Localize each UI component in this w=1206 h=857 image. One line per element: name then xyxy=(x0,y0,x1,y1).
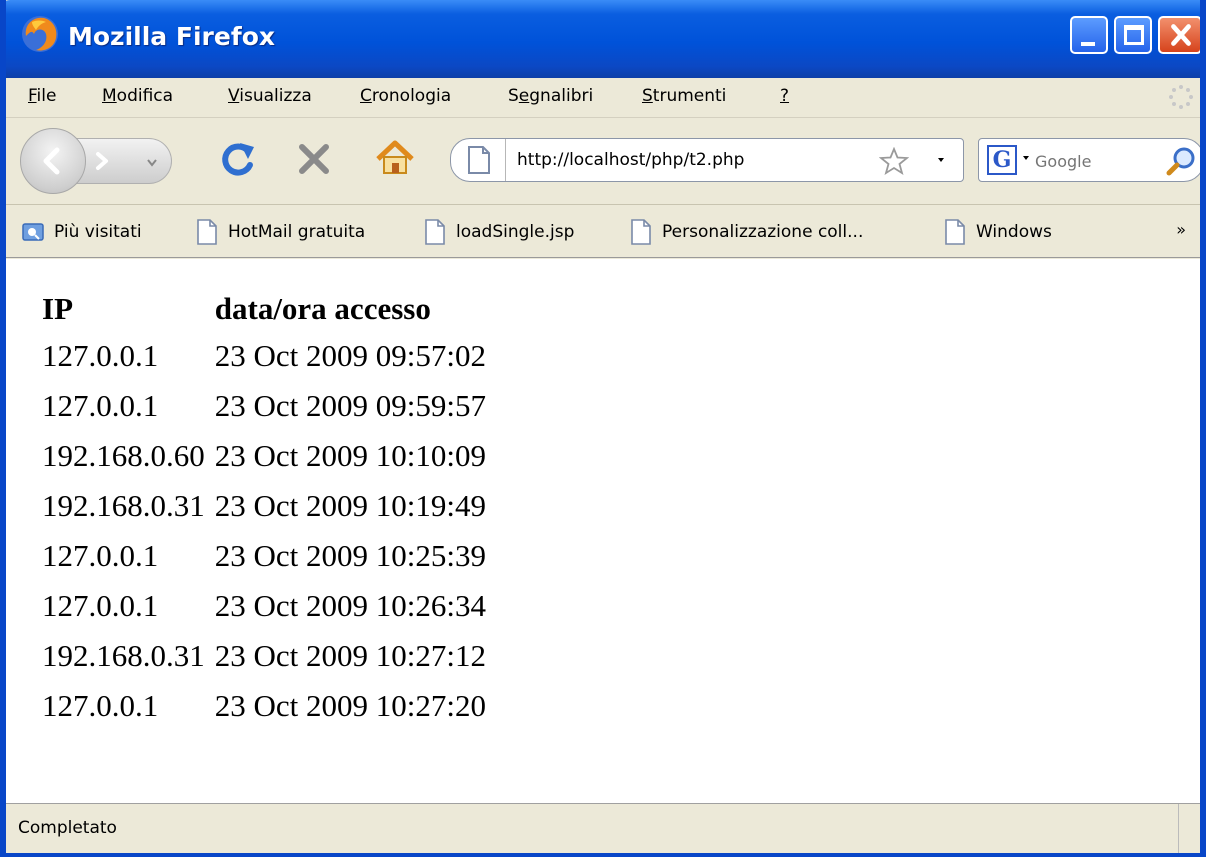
menu-cronologia[interactable]: Cronologia xyxy=(360,86,451,106)
status-bar: Completato xyxy=(6,803,1200,853)
ip-cell: 127.0.0.1 xyxy=(42,538,159,573)
search-engine-dropdown-icon[interactable] xyxy=(1021,151,1031,165)
bookmark-star-icon[interactable] xyxy=(879,147,909,175)
bookmark-label: Più visitati xyxy=(54,222,142,242)
menu-cronologia-mnemonic: C xyxy=(360,86,372,106)
table-row: 192.168.0.31 23 Oct 2009 10:27:12 xyxy=(32,635,488,685)
throbber-icon xyxy=(1169,85,1193,109)
menu-file[interactable]: File xyxy=(28,86,56,106)
menu-modifica[interactable]: Modifica xyxy=(102,86,173,106)
menu-visualizza-mnemonic: V xyxy=(228,86,240,106)
page-icon xyxy=(631,219,651,245)
menu-segnalibri-label: gnalibri xyxy=(529,86,594,106)
forward-icon xyxy=(96,152,108,170)
menu-cronologia-label: ronologia xyxy=(371,86,452,106)
menu-segnalibri-mnemonic: e xyxy=(518,86,530,106)
ip-cell: 127.0.0.1 xyxy=(42,588,159,623)
ip-cell: 192.168.0.31 xyxy=(42,488,205,523)
menu-strumenti-mnemonic: S xyxy=(642,86,653,106)
browser-window: Mozilla Firefox File Modifica Visualizza… xyxy=(0,0,1206,857)
back-button[interactable] xyxy=(20,128,86,194)
menu-segnalibri-prefix: S xyxy=(508,86,519,106)
menu-visualizza[interactable]: Visualizza xyxy=(228,86,312,106)
datetime-cell: 23 Oct 2009 10:27:12 xyxy=(214,638,486,673)
search-bar[interactable]: G xyxy=(978,138,1200,182)
menu-modifica-mnemonic: M xyxy=(102,86,117,106)
table-header-row: IP data/ora accesso xyxy=(32,287,488,335)
navigation-toolbar: http://localhost/php/t2.php G xyxy=(6,119,1200,205)
back-icon xyxy=(43,147,60,175)
access-log-table: IP data/ora accesso 127.0.0.1 23 Oct 2009… xyxy=(32,287,488,735)
bookmark-label: Windows xyxy=(976,222,1052,242)
stop-icon[interactable] xyxy=(296,141,332,177)
page-icon xyxy=(945,219,965,245)
page-icon xyxy=(468,146,490,174)
title-bar[interactable]: Mozilla Firefox xyxy=(6,0,1200,78)
menu-file-mnemonic: F xyxy=(28,86,37,106)
table-row: 127.0.0.1 23 Oct 2009 10:27:20 xyxy=(32,685,488,735)
window-title: Mozilla Firefox xyxy=(68,22,275,51)
page-content: IP data/ora accesso 127.0.0.1 23 Oct 2009… xyxy=(6,259,1200,803)
close-button[interactable] xyxy=(1158,16,1200,54)
status-text: Completato xyxy=(18,818,117,838)
page-icon xyxy=(425,219,445,245)
ip-cell: 127.0.0.1 xyxy=(42,388,159,423)
table-row: 192.168.0.60 23 Oct 2009 10:10:09 xyxy=(32,435,488,485)
history-dropdown-icon[interactable] xyxy=(146,158,158,168)
bookmarks-toolbar: Più visitati HotMail gratuita loadSingle… xyxy=(6,206,1200,258)
table-row: 192.168.0.31 23 Oct 2009 10:19:49 xyxy=(32,485,488,535)
datetime-cell: 23 Oct 2009 10:19:49 xyxy=(214,488,486,523)
datetime-cell: 23 Oct 2009 10:25:39 xyxy=(214,538,486,573)
magnify-icon[interactable] xyxy=(1165,145,1197,177)
column-header-ip: IP xyxy=(42,291,73,326)
ip-cell: 127.0.0.1 xyxy=(42,688,159,723)
url-bar[interactable]: http://localhost/php/t2.php xyxy=(450,138,964,182)
table-row: 127.0.0.1 23 Oct 2009 09:57:02 xyxy=(32,335,488,385)
menu-strumenti[interactable]: Strumenti xyxy=(642,86,726,106)
page-icon xyxy=(197,219,217,245)
maximize-icon xyxy=(1124,25,1144,45)
ip-cell: 127.0.0.1 xyxy=(42,338,159,373)
menu-strumenti-label: trumenti xyxy=(652,86,727,106)
maximize-button[interactable] xyxy=(1114,16,1152,54)
close-icon xyxy=(1171,24,1191,46)
home-icon[interactable] xyxy=(374,137,416,179)
datetime-cell: 23 Oct 2009 09:57:02 xyxy=(214,338,486,373)
datetime-cell: 23 Oct 2009 10:26:34 xyxy=(214,588,486,623)
menu-file-label: ile xyxy=(36,86,57,106)
menu-help[interactable]: ? xyxy=(780,86,789,106)
google-icon[interactable]: G xyxy=(987,145,1017,175)
column-header-datetime: data/ora accesso xyxy=(214,291,431,326)
menu-segnalibri[interactable]: Segnalibri xyxy=(508,86,593,106)
table-row: 127.0.0.1 23 Oct 2009 10:25:39 xyxy=(32,535,488,585)
resize-grip[interactable] xyxy=(1178,804,1200,853)
ip-cell: 192.168.0.60 xyxy=(42,438,205,473)
url-separator xyxy=(505,139,506,181)
datetime-cell: 23 Oct 2009 10:10:09 xyxy=(214,438,486,473)
menu-bar: File Modifica Visualizza Cronologia Segn… xyxy=(6,78,1200,118)
table-row: 127.0.0.1 23 Oct 2009 10:26:34 xyxy=(32,585,488,635)
firefox-icon xyxy=(22,16,58,52)
back-forward-group xyxy=(20,128,200,194)
minimize-icon xyxy=(1081,42,1095,46)
url-dropdown-icon[interactable] xyxy=(935,147,947,171)
datetime-cell: 23 Oct 2009 09:59:57 xyxy=(214,388,486,423)
search-input[interactable] xyxy=(1035,150,1155,172)
bookmark-label: HotMail gratuita xyxy=(228,222,366,242)
bookmark-label: Personalizzazione coll... xyxy=(662,222,864,242)
minimize-button[interactable] xyxy=(1070,16,1108,54)
menu-visualizza-label: isualizza xyxy=(239,86,312,106)
url-text[interactable]: http://localhost/php/t2.php xyxy=(517,150,744,170)
bookmark-label: loadSingle.jsp xyxy=(456,222,575,242)
menu-help-mnemonic: ? xyxy=(780,86,790,106)
bookmarks-overflow-chevron[interactable]: » xyxy=(1176,220,1186,239)
smart-folder-icon xyxy=(22,223,44,241)
table-row: 127.0.0.1 23 Oct 2009 09:59:57 xyxy=(32,385,488,435)
reload-icon[interactable] xyxy=(218,139,258,179)
ip-cell: 192.168.0.31 xyxy=(42,638,205,673)
datetime-cell: 23 Oct 2009 10:27:20 xyxy=(214,688,486,723)
menu-modifica-label: odifica xyxy=(116,86,174,106)
